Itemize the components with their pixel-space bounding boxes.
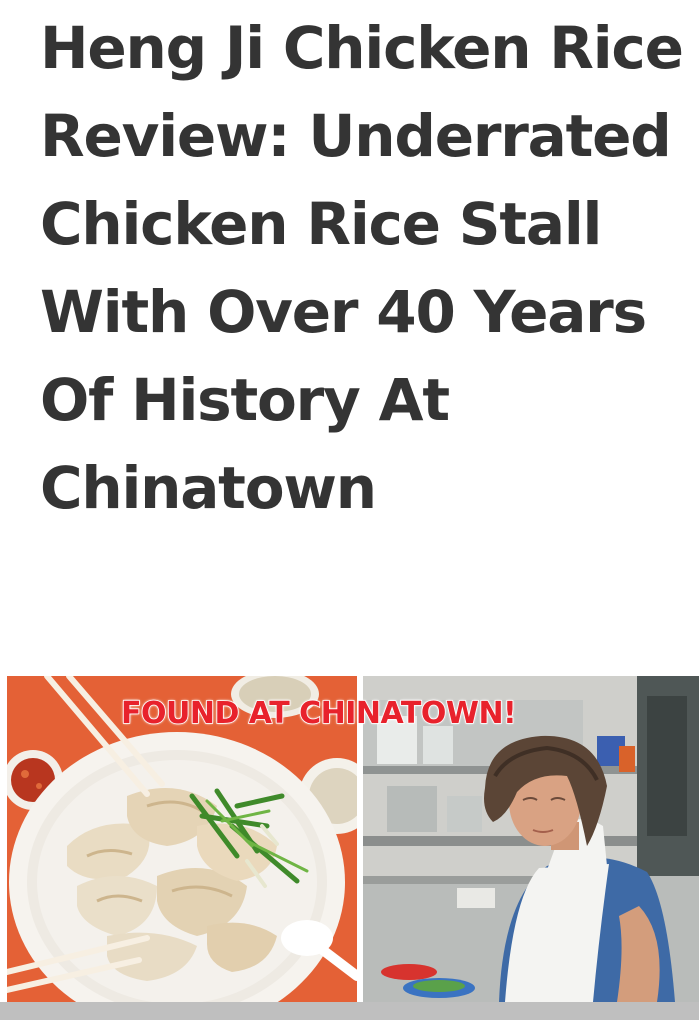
article-title: Heng Ji Chicken Rice Review: Underrated … <box>40 14 684 522</box>
hero-image[interactable]: FOUND AT CHINATOWN! <box>7 676 699 1002</box>
bottom-scroll-bar <box>0 1002 699 1020</box>
hero-banner-text: FOUND AT CHINATOWN! <box>120 695 517 732</box>
